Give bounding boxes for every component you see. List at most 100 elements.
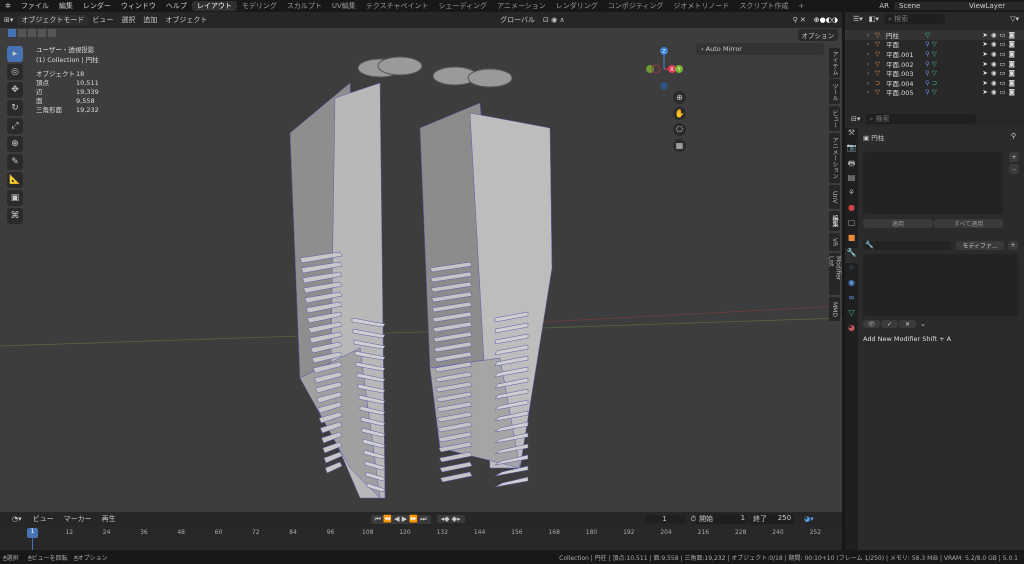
object-name[interactable]: 円柱 xyxy=(886,30,899,40)
object-name[interactable]: 平面.005 xyxy=(886,87,913,97)
filter-icon[interactable]: ◧▾ xyxy=(869,15,879,23)
toggles-chevron-icon[interactable]: ⌄ xyxy=(917,320,926,328)
material-tab-icon[interactable]: ◕ xyxy=(845,323,858,338)
ntab-item[interactable]: アイテム xyxy=(829,48,840,78)
mode-selector[interactable]: オブジェクトモード xyxy=(17,15,89,25)
outliner-row[interactable]: › ▽ 平面.005 ⚲ ▽ ➤◉▭◙ xyxy=(845,87,1024,97)
props-editor-type-icon[interactable]: ⊟▾ xyxy=(851,115,860,123)
select-invert-icon[interactable] xyxy=(38,29,46,37)
blender-logo-icon[interactable]: ✲ xyxy=(0,2,16,10)
object-name[interactable]: 平面.003 xyxy=(886,68,913,78)
tab-shading[interactable]: シェーディング xyxy=(434,1,493,11)
gizmo-z[interactable]: Z xyxy=(662,49,666,55)
data-tab-icon[interactable]: ▽ xyxy=(845,308,858,323)
menu-file[interactable]: ファイル xyxy=(16,1,54,11)
menu-edit[interactable]: 編集 xyxy=(54,1,78,11)
transform-tool-icon[interactable]: ⊕ xyxy=(7,136,23,152)
menu-window[interactable]: ウィンドウ xyxy=(116,1,161,11)
select-tool-icon[interactable]: ▸ xyxy=(7,46,23,62)
orientation-selector[interactable]: グローバル xyxy=(496,15,539,25)
object-name[interactable]: 平面.001 xyxy=(886,49,913,59)
shape-list[interactable] xyxy=(863,152,1003,214)
3d-scene[interactable] xyxy=(0,28,842,512)
display-mode-icon[interactable]: ☰▾ xyxy=(853,15,863,23)
apply-all-button[interactable]: すべて適用 xyxy=(934,219,1003,228)
select-subtract-icon[interactable] xyxy=(28,29,36,37)
select-extend-icon[interactable] xyxy=(18,29,26,37)
navigation-gizmo[interactable]: Z X Y xyxy=(640,43,690,93)
visibility-toggles-icon[interactable]: ➤◉▭◙ xyxy=(982,69,1018,77)
expand-chevron-icon[interactable]: › xyxy=(867,79,870,87)
tab-compositing[interactable]: コンポジティング xyxy=(603,1,669,11)
3d-viewport[interactable]: ▸ ◎ ✥ ↻ ⤢ ⊕ ✎ 📐 ▣ ⌘ ユーザー・透視投影 (1) Collec… xyxy=(0,28,842,512)
menu-add[interactable]: 追加 xyxy=(139,15,161,25)
expand-chevron-icon[interactable]: › xyxy=(867,60,870,68)
list-remove-button[interactable]: − xyxy=(1009,164,1019,174)
select-mode-buttons[interactable] xyxy=(8,29,56,37)
modifier-tab-icon[interactable]: 🔧 xyxy=(845,248,858,263)
menu-object[interactable]: オブジェクト xyxy=(161,15,211,25)
tab-texture-paint[interactable]: テクスチャペイント xyxy=(361,1,434,11)
menu-help[interactable]: ヘルプ xyxy=(161,1,192,11)
toggle-edit-icon[interactable]: ✓ xyxy=(881,320,898,328)
ntab-univ[interactable]: UnV xyxy=(829,185,840,209)
outliner-row[interactable]: › ▽ 平面 ⚲ ▽ ➤◉▭◙ xyxy=(845,40,1024,49)
object-tab-icon[interactable]: ■ xyxy=(845,233,858,248)
visibility-toggles-icon[interactable]: ➤◉▭◙ xyxy=(982,31,1018,39)
expand-chevron-icon[interactable]: › xyxy=(867,69,870,77)
object-name[interactable]: 平面.002 xyxy=(886,59,913,69)
move-tool-icon[interactable]: ✥ xyxy=(7,82,23,98)
zoom-icon[interactable]: ⊕ xyxy=(673,91,686,104)
properties-search[interactable]: ⌕ 検索 xyxy=(866,114,977,124)
scene-tab-icon[interactable]: ⚘ xyxy=(845,188,858,203)
mesh-model[interactable] xyxy=(289,56,553,499)
ntab-modifier-list[interactable]: Modifier List xyxy=(828,253,842,295)
menu-render[interactable]: レンダー xyxy=(78,1,116,11)
tool-tab-icon[interactable]: ⚒ xyxy=(845,128,858,143)
tab-scripting[interactable]: スクリプト作成 xyxy=(734,1,793,11)
select-box-mode-icon[interactable] xyxy=(8,29,16,37)
shading-modes-icon[interactable]: ⊕●◐◑ xyxy=(810,16,842,24)
extra-tool-icon[interactable]: ⌘ xyxy=(7,208,23,224)
list-add-button[interactable]: + xyxy=(1009,152,1019,162)
object-name[interactable]: 平面.004 xyxy=(886,78,913,88)
tab-animation[interactable]: アニメーション xyxy=(492,1,551,11)
modifier-search[interactable]: 🔧 xyxy=(863,241,951,250)
scale-tool-icon[interactable]: ⤢ xyxy=(7,118,23,134)
cursor-tool-icon[interactable]: ◎ xyxy=(7,64,23,80)
tab-geometry-nodes[interactable]: ジオメトリノード xyxy=(668,1,734,11)
visibility-toggles-icon[interactable]: ➤◉▭◙ xyxy=(982,60,1018,68)
ntab-mmd[interactable]: MMD xyxy=(829,297,840,321)
visibility-toggles-icon[interactable]: ➤◉▭◙ xyxy=(982,50,1018,58)
outliner-row[interactable]: › ▽ 平面.001 ⚲ ▽ ➤◉▭◙ xyxy=(845,49,1024,59)
camera-view-icon[interactable]: ⎔ xyxy=(673,123,686,136)
modifier-list[interactable] xyxy=(863,254,1018,316)
ortho-grid-icon[interactable]: ▦ xyxy=(673,139,686,152)
ntab-animation[interactable]: アニメーション xyxy=(829,133,840,183)
rotate-tool-icon[interactable]: ↻ xyxy=(7,100,23,116)
outliner-row[interactable]: › ▽ 円柱 ▽ ➤◉▭◙ xyxy=(845,30,1024,40)
tab-sculpt[interactable]: スカルプト xyxy=(282,1,327,11)
timeline[interactable]: ◔▾ ビュー マーカー 再生 ⏮ ⏪ ◀ ▶ ⏩ ⏭ ◂◆ ◆▸ 1 ⏱ 開始 1… xyxy=(0,512,842,550)
ntab-tool[interactable]: ツール xyxy=(829,79,840,104)
playhead[interactable]: 1 xyxy=(27,528,38,538)
add-modifier-button[interactable]: + xyxy=(1008,241,1018,250)
measure-tool-icon[interactable]: 📐 xyxy=(7,172,23,188)
engine-selector[interactable]: AR xyxy=(874,2,894,10)
view-layer-tab-icon[interactable]: ▤ xyxy=(845,173,858,188)
physics-tab-icon[interactable]: ◉ xyxy=(845,278,858,293)
add-workspace-button[interactable]: + xyxy=(793,2,809,10)
world-tab-icon[interactable]: ● xyxy=(845,203,858,218)
auto-mirror-panel[interactable]: › Auto Mirror xyxy=(696,43,824,55)
toggle-viewport-icon[interactable]: 👁 xyxy=(863,320,880,328)
tab-layout[interactable]: レイアウト xyxy=(191,1,237,11)
tab-modeling[interactable]: モデリング xyxy=(237,1,282,11)
visibility-toggles-icon[interactable]: ➤◉▭◙ xyxy=(982,40,1018,48)
timeline-ruler[interactable]: 12 24 36 48 60 72 84 96 108 120 132 144 156 168 180 192… xyxy=(0,512,842,550)
select-intersect-icon[interactable] xyxy=(48,29,56,37)
outliner-row[interactable]: › ⊃ 平面.004 ⚲ ⊃ ➤◉▭◙ xyxy=(845,78,1024,88)
visibility-toggles-icon[interactable]: ➤◉▭◙ xyxy=(982,79,1018,87)
toggle-render-icon[interactable]: ✕ xyxy=(899,320,916,328)
expand-chevron-icon[interactable]: › xyxy=(867,31,870,39)
expand-chevron-icon[interactable]: › xyxy=(867,88,870,96)
